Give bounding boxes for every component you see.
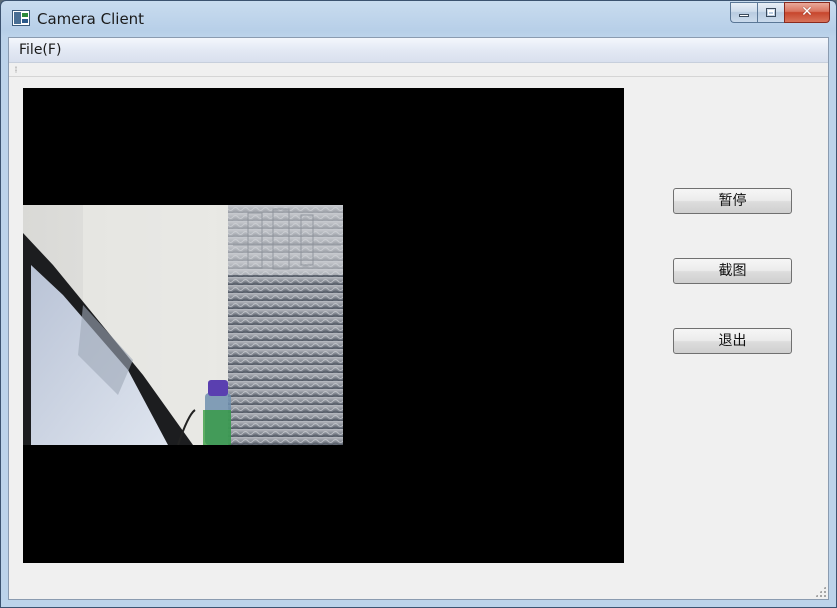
window-title: Camera Client xyxy=(37,10,145,28)
title-bar[interactable]: Camera Client ✕ xyxy=(1,1,836,37)
video-display xyxy=(23,88,624,563)
pause-button[interactable]: 暂停 xyxy=(673,188,792,214)
camera-frame-image xyxy=(23,205,343,445)
app-icon[interactable] xyxy=(12,10,30,26)
camera-frame xyxy=(23,205,343,445)
minimize-icon xyxy=(739,14,749,17)
minimize-button[interactable] xyxy=(730,2,757,23)
close-button[interactable]: ✕ xyxy=(784,2,830,23)
toolbar-grip-icon[interactable] xyxy=(15,66,17,73)
resize-grip-icon[interactable] xyxy=(815,586,826,597)
screenshot-button[interactable]: 截图 xyxy=(673,258,792,284)
maximize-icon xyxy=(766,8,776,17)
client-area: File(F) 暂停 截图 退出 xyxy=(8,37,829,600)
menu-bar: File(F) xyxy=(9,38,828,63)
caption-buttons: ✕ xyxy=(730,2,830,23)
close-icon: ✕ xyxy=(801,4,813,20)
exit-button[interactable]: 退出 xyxy=(673,328,792,354)
toolbar xyxy=(9,63,828,77)
menu-file[interactable]: File(F) xyxy=(13,41,67,59)
app-window: Camera Client ✕ File(F) 暂停 截图 退出 xyxy=(0,0,837,608)
maximize-button[interactable] xyxy=(757,2,784,23)
